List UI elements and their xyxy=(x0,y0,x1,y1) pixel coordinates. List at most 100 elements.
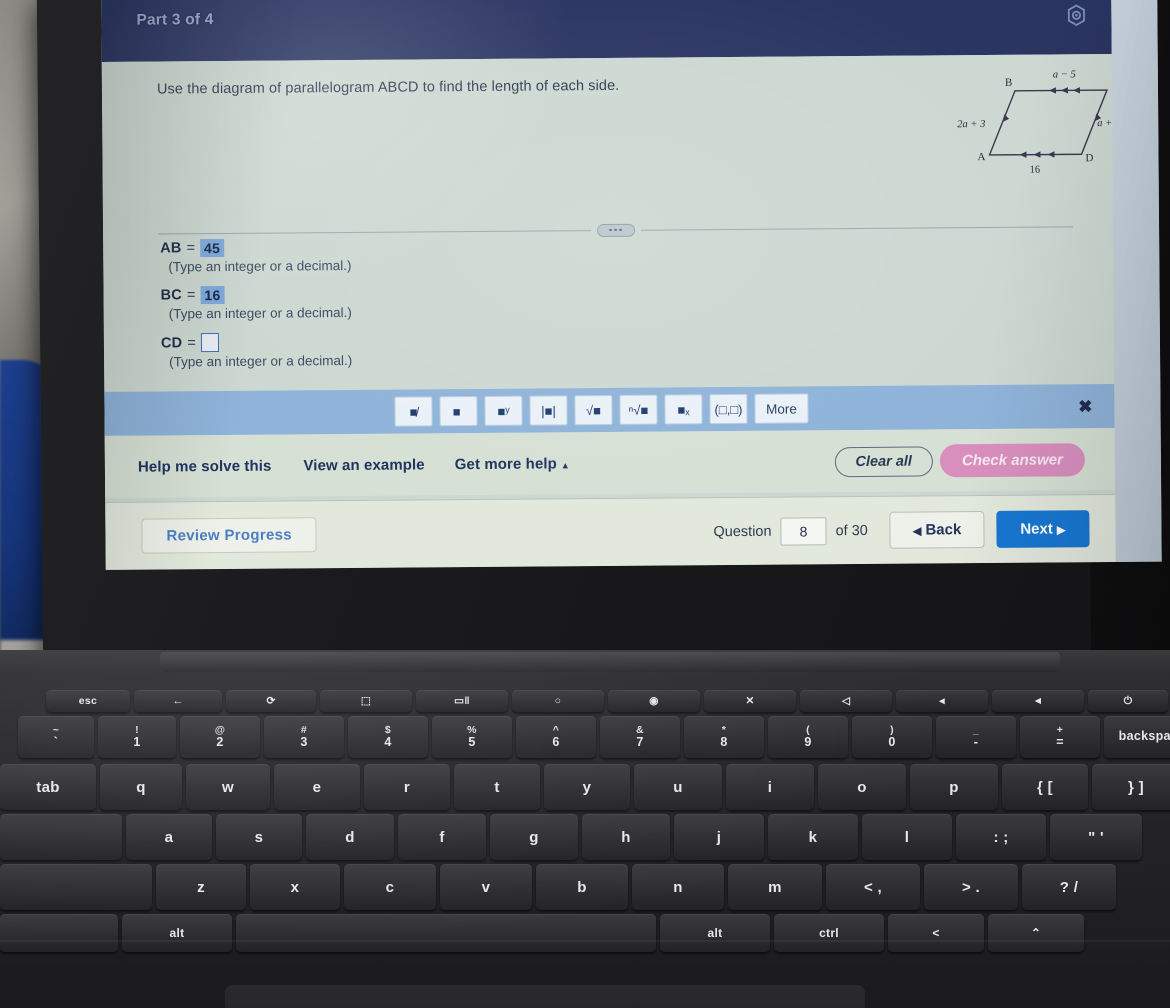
key-overview[interactable]: ▭‖ xyxy=(416,690,508,712)
key-backspace[interactable]: backspace xyxy=(1104,716,1170,758)
key-k[interactable]: k xyxy=(768,814,858,860)
key-f[interactable]: f xyxy=(398,814,486,860)
key-5[interactable]: % 5 xyxy=(432,716,512,758)
key-volume-mute[interactable]: ◁ xyxy=(800,690,892,712)
key-q[interactable]: q xyxy=(100,764,182,810)
key-brightness-down[interactable]: ○ xyxy=(512,690,604,712)
exponent-button[interactable]: ■ʸ xyxy=(484,395,523,426)
answer-input-cd[interactable] xyxy=(200,333,219,353)
key-space[interactable] xyxy=(236,914,656,952)
key-m[interactable]: m xyxy=(728,864,822,910)
key-0[interactable]: ) 0 xyxy=(852,716,932,758)
absolute-value-button[interactable]: |■| xyxy=(529,395,568,426)
key-9[interactable]: (9 xyxy=(768,716,848,758)
key-z[interactable]: z xyxy=(156,864,246,910)
key-g[interactable]: g xyxy=(490,814,578,860)
key-8[interactable]: * 8 xyxy=(684,716,764,758)
key-h[interactable]: h xyxy=(582,814,670,860)
key-brightness-up[interactable]: ◉ xyxy=(608,690,700,712)
key-7[interactable]: & 7 xyxy=(600,716,680,758)
key-ctrl-right[interactable]: ctrl xyxy=(774,914,884,952)
key-volume-up[interactable]: ◄ xyxy=(992,690,1084,712)
key-bracket-right[interactable]: } ] xyxy=(1092,764,1170,810)
key-bracket-left[interactable]: { [ xyxy=(1002,764,1088,810)
key-p[interactable]: p xyxy=(910,764,998,810)
key-e[interactable]: e xyxy=(274,764,360,810)
answer-side-label: CD xyxy=(160,334,183,351)
key-2[interactable]: @2 xyxy=(180,716,260,758)
square-root-button[interactable]: √■ xyxy=(574,394,613,426)
key-minus[interactable]: _ - xyxy=(936,716,1016,758)
key-4[interactable]: $4 xyxy=(348,716,428,758)
view-an-example-link[interactable]: View an example xyxy=(303,456,424,474)
fraction-button[interactable]: ■̸ xyxy=(394,396,433,427)
key-l[interactable]: l xyxy=(862,814,952,860)
key-esc[interactable]: esc xyxy=(46,690,130,712)
help-me-solve-this-link[interactable]: Help me solve this xyxy=(138,457,272,475)
key-b[interactable]: b xyxy=(536,864,628,910)
key-reload[interactable]: ⟳ xyxy=(226,690,316,712)
key-i[interactable]: i xyxy=(726,764,814,810)
key-back[interactable]: ← xyxy=(134,690,222,712)
key-y[interactable]: y xyxy=(544,764,630,810)
more-tools-button[interactable]: More xyxy=(754,393,809,424)
subscript-button[interactable]: ■ₓ xyxy=(664,394,703,425)
key-ctrl-left[interactable] xyxy=(0,914,118,952)
key-equals[interactable]: + = xyxy=(1020,716,1100,758)
key-power[interactable]: ⏻ xyxy=(1088,690,1168,712)
key-arrow-left[interactable]: < xyxy=(888,914,984,952)
back-button[interactable]: ◀ Back xyxy=(889,511,985,549)
key-fullscreen[interactable]: ⬚ xyxy=(320,690,412,712)
key-volume-down[interactable]: ◂ xyxy=(896,690,988,712)
key-alt-left[interactable]: alt xyxy=(122,914,232,952)
key-search[interactable] xyxy=(0,814,122,860)
key-arrow-updown[interactable]: ⌃ xyxy=(988,914,1084,952)
key-slash[interactable]: ? / xyxy=(1022,864,1116,910)
answer-side-label: BC xyxy=(160,287,182,304)
key-label: y xyxy=(582,778,592,796)
key-t[interactable]: t xyxy=(454,764,540,810)
key-comma[interactable]: < , xyxy=(826,864,920,910)
key-semicolon[interactable]: : ; xyxy=(956,814,1046,860)
answer-input-ab[interactable]: 45 xyxy=(199,238,225,258)
key-quote[interactable]: " ' xyxy=(1050,814,1142,860)
collapse-toggle[interactable] xyxy=(596,223,635,237)
key-shift-left[interactable] xyxy=(0,864,152,910)
key-j[interactable]: j xyxy=(674,814,764,860)
key-x[interactable]: x xyxy=(250,864,340,910)
next-button[interactable]: Next ▶ xyxy=(996,510,1090,548)
trackpad[interactable] xyxy=(225,985,865,1008)
key-n[interactable]: n xyxy=(632,864,724,910)
check-answer-button[interactable]: Check answer xyxy=(939,443,1086,478)
review-progress-button[interactable]: Review Progress xyxy=(141,517,318,554)
key-backtick[interactable]: ~ ` xyxy=(18,716,94,758)
keyboard[interactable]: esc ← ⟳ ⬚ ▭‖ ○ ◉ ✕ ◁ ◂ ◄ ⏻ ~ `! 1 @2 #3 $4% 5 ^ 6 & 7 * 8(9) 0 _ - +… xyxy=(0,690,1170,952)
scrollbar-gutter[interactable] xyxy=(1111,0,1162,562)
answer-input-bc[interactable]: 16 xyxy=(200,285,225,305)
key-alt-right[interactable]: alt xyxy=(660,914,770,952)
key-s[interactable]: s xyxy=(216,814,302,860)
close-icon[interactable]: ✖ xyxy=(1078,397,1092,416)
key-period[interactable]: > . xyxy=(924,864,1018,910)
key-d[interactable]: d xyxy=(306,814,394,860)
key-3[interactable]: #3 xyxy=(264,716,344,758)
key-c[interactable]: c xyxy=(344,864,436,910)
key-tab[interactable]: tab xyxy=(0,764,96,810)
key-o[interactable]: o xyxy=(818,764,906,810)
key-r[interactable]: r xyxy=(364,764,450,810)
interval-button[interactable]: (□,□) xyxy=(709,393,748,425)
nth-root-button[interactable]: ⁿ√■ xyxy=(619,394,658,425)
question-number-input[interactable]: 8 xyxy=(780,516,827,546)
clear-all-button[interactable]: Clear all xyxy=(834,446,934,478)
key-1[interactable]: ! 1 xyxy=(98,716,176,758)
key-u[interactable]: u xyxy=(634,764,722,810)
key-6[interactable]: ^ 6 xyxy=(516,716,596,758)
mixed-number-button[interactable]: ■ xyxy=(439,396,478,427)
gear-icon[interactable] xyxy=(1063,2,1089,28)
key-w[interactable]: w xyxy=(186,764,270,810)
key-a[interactable]: a xyxy=(126,814,212,860)
answer-hint: (Type an integer or a decimal.) xyxy=(168,257,352,275)
key-v[interactable]: v xyxy=(440,864,532,910)
get-more-help-link[interactable]: Get more help ▲ xyxy=(455,455,570,473)
key-mic-mute[interactable]: ✕ xyxy=(704,690,796,712)
